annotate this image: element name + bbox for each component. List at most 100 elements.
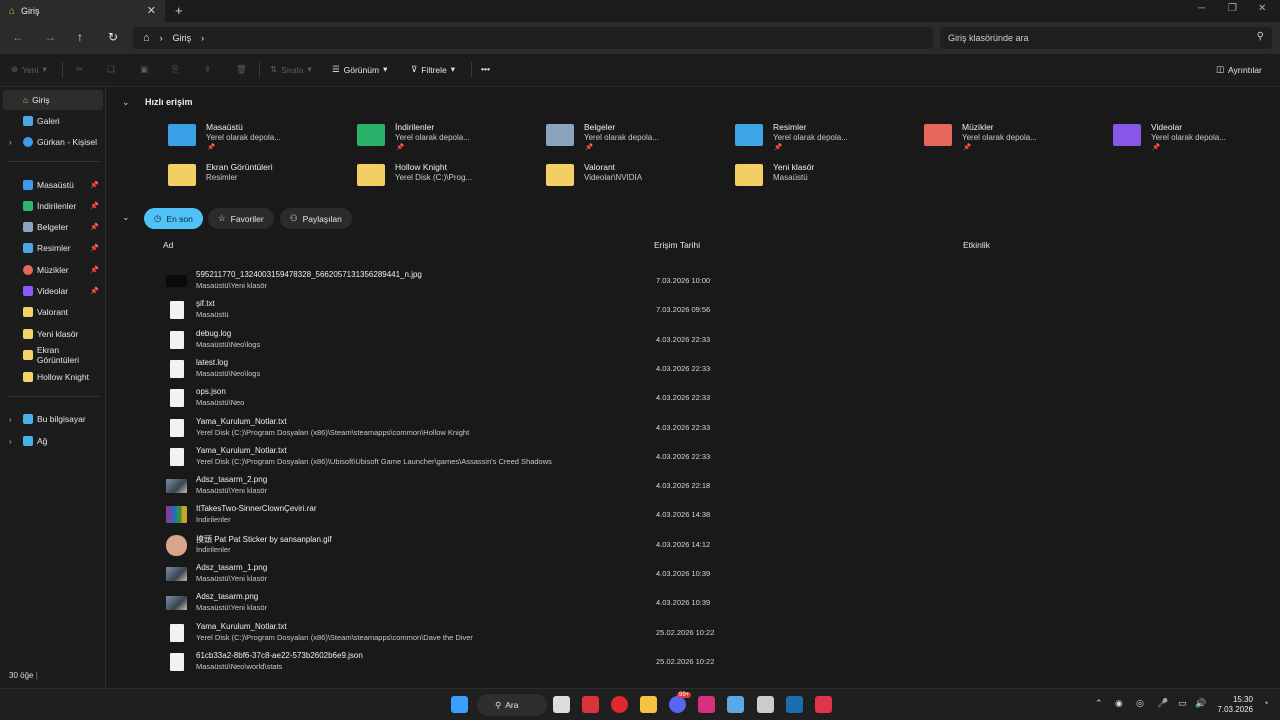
sidebar-item-videolar[interactable]: Videolar 📌 <box>3 281 103 301</box>
quick-access-item[interactable]: Müzikler Yerel olarak depola... 📌 <box>924 120 1104 154</box>
column-header-name[interactable]: Ad <box>163 240 173 250</box>
discord-tray-icon[interactable]: ◉ <box>1115 698 1123 709</box>
filter-button[interactable]: ⊽ Filtrele ▾ <box>411 64 455 75</box>
file-row[interactable]: Adsz_tasarm_1.png Masaüstü\Yeni klasör 4.0… <box>163 562 1263 590</box>
network-icon[interactable]: ▭ <box>1178 698 1187 709</box>
home-icon[interactable]: ⌂ <box>143 32 150 44</box>
quick-access-item[interactable]: Valorant Videolar\NVIDIA <box>546 160 726 194</box>
task-view-icon[interactable] <box>553 696 570 713</box>
sidebar-item-indirilenler[interactable]: İndirilenler 📌 <box>3 196 103 216</box>
sidebar-item-ekran-goruntuleri[interactable]: Ekran Görüntüleri <box>3 345 103 365</box>
file-explorer-icon[interactable] <box>640 696 657 713</box>
discord-icon[interactable] <box>669 696 686 713</box>
pin-icon[interactable]: 📌 <box>90 287 99 295</box>
tab-shared[interactable]: ⚇ Paylaşılan <box>280 208 352 229</box>
view-button[interactable]: ☰ Görünüm ▾ <box>332 64 387 75</box>
maximize-icon[interactable]: ❐ <box>1228 3 1237 14</box>
file-row[interactable]: Adsz_tasarm.png Masaüstü\Yeni klasör 4.03.… <box>163 591 1263 619</box>
app-pink-icon[interactable] <box>815 696 832 713</box>
microphone-icon[interactable]: 🎤 <box>1157 698 1168 709</box>
file-row[interactable]: Yama_Kurulum_Notlar.txt Yerel Disk (C:)\P… <box>163 621 1263 649</box>
quick-access-item[interactable]: Resimler Yerel olarak depola... 📌 <box>735 120 915 154</box>
search-icon[interactable]: ⚲ <box>1257 31 1264 42</box>
delete-icon[interactable]: 🗑 <box>236 64 247 75</box>
volume-icon[interactable]: 🔊 <box>1195 698 1206 709</box>
instagram-icon[interactable] <box>698 696 715 713</box>
clock[interactable]: 15:30 7.03.2026 <box>1213 695 1253 715</box>
quick-access-item[interactable]: Hollow Knight Yerel Disk (C:)\Prog... <box>357 160 537 194</box>
sidebar-item-ag[interactable]: › Ağ <box>3 431 103 451</box>
file-row[interactable]: Yama_Kurulum_Notlar.txt Yerel Disk (C:)\P… <box>163 445 1263 473</box>
close-tab-icon[interactable]: ✕ <box>147 4 156 17</box>
sidebar-item-muzikler[interactable]: Müzikler 📌 <box>3 260 103 280</box>
column-header-activity[interactable]: Etkinlik <box>963 240 990 250</box>
sidebar-item-hollow-knight[interactable]: Hollow Knight <box>3 367 103 387</box>
windows-start-icon[interactable] <box>451 696 468 713</box>
up-icon[interactable]: ↑ <box>77 30 83 44</box>
details-button[interactable]: ◫ Ayrıntılar <box>1216 64 1262 75</box>
more-button[interactable]: ••• <box>481 64 490 74</box>
file-row[interactable]: Yama_Kurulum_Notlar.txt Yerel Disk (C:)\P… <box>163 416 1263 444</box>
chevron-down-icon[interactable]: ⌄ <box>122 212 130 223</box>
sidebar-item-galeri[interactable]: Galeri <box>3 111 103 131</box>
sidebar-item-yeni-klasor[interactable]: Yeni klasör <box>3 324 103 344</box>
sidebar-item-bu-bilgisayar[interactable]: › Bu bilgisayar <box>3 409 103 429</box>
sidebar-item-valorant[interactable]: Valorant <box>3 302 103 322</box>
steam-tray-icon[interactable]: ◎ <box>1136 698 1144 709</box>
sidebar-item-onedrive[interactable]: › Gürkan - Kişisel <box>3 132 103 152</box>
file-row[interactable]: 595211770_1324003159478328_5662057131356… <box>163 269 1263 297</box>
sort-button[interactable]: ⇅ Sırala ▾ <box>270 64 312 75</box>
chevron-down-icon[interactable]: ⌄ <box>122 97 130 108</box>
rename-icon[interactable]: ⎘ <box>172 64 179 75</box>
file-row[interactable]: debug.log Masaüstü\Neo\logs 4.03.2026 22:3… <box>163 328 1263 356</box>
new-button[interactable]: ⊕ Yeni ▾ <box>11 64 47 75</box>
address-bar[interactable]: ⌂ › Giriş › <box>133 27 933 49</box>
sidebar-item-belgeler[interactable]: Belgeler 📌 <box>3 217 103 237</box>
quick-access-item[interactable]: Belgeler Yerel olarak depola... 📌 <box>546 120 726 154</box>
chevron-right-icon[interactable]: › <box>160 33 163 43</box>
pin-icon[interactable]: 📌 <box>90 244 99 252</box>
app-red-icon[interactable] <box>582 696 599 713</box>
pin-icon[interactable]: 📌 <box>90 266 99 274</box>
back-icon[interactable]: ← <box>12 30 24 44</box>
refresh-icon[interactable]: ↻ <box>108 30 118 44</box>
quick-access-title[interactable]: Hızlı erişim <box>145 97 193 107</box>
quick-access-item[interactable]: Ekran Görüntüleri Resimler <box>168 160 348 194</box>
file-row[interactable]: ops.json Masaüstü\Neo 4.03.2026 22:33 <box>163 386 1263 414</box>
file-row[interactable]: 61cb33a2-8bf6-37c8-ae22-573b2602b6e9.jso… <box>163 650 1263 678</box>
close-window-icon[interactable]: ✕ <box>1258 3 1266 14</box>
pin-icon[interactable]: 📌 <box>90 202 99 210</box>
search-input[interactable]: Giriş klasöründe ara ⚲ <box>940 27 1272 49</box>
breadcrumb[interactable]: Giriş <box>173 33 192 43</box>
pin-icon[interactable]: 📌 <box>90 223 99 231</box>
quick-access-item[interactable]: Yeni klasör Masaüstü <box>735 160 915 194</box>
sidebar-item-resimler[interactable]: Resimler 📌 <box>3 238 103 258</box>
file-row[interactable]: 摸頭 Pat Pat Sticker by sansanplan.gif İndi… <box>163 533 1263 561</box>
tab-favorites[interactable]: ☆ Favoriler <box>208 208 274 229</box>
column-header-date[interactable]: Erişim Tarihi <box>654 240 700 250</box>
quick-access-item[interactable]: Videolar Yerel olarak depola... 📌 <box>1113 120 1280 154</box>
file-row[interactable]: şif.txt Masaüstü 7.03.2026 09:56 <box>163 298 1263 326</box>
file-row[interactable]: latest.log Masaüstü\Neo\logs 4.03.2026 22:… <box>163 357 1263 385</box>
share-icon[interactable]: ⇪ <box>204 64 211 75</box>
opera-icon[interactable] <box>611 696 628 713</box>
notifications-icon[interactable]: ◔ <box>1263 698 1268 708</box>
pin-icon[interactable]: 📌 <box>90 181 99 189</box>
tab-recent[interactable]: ◷ En son <box>144 208 203 229</box>
quick-access-item[interactable]: Masaüstü Yerel olarak depola... 📌 <box>168 120 348 154</box>
steam-icon[interactable] <box>786 696 803 713</box>
chevron-right-icon[interactable]: › <box>9 437 12 446</box>
chevron-right-icon[interactable]: › <box>201 33 204 43</box>
new-tab-button[interactable]: + <box>175 3 183 18</box>
cut-icon[interactable]: ✂ <box>76 64 83 75</box>
copy-icon[interactable]: ❏ <box>107 64 115 75</box>
taskbar-search[interactable]: ⚲ Ara <box>477 694 547 716</box>
sidebar-item-giris[interactable]: ⌂ Giriş <box>3 90 103 110</box>
file-row[interactable]: Adsz_tasarm_2.png Masaüstü\Yeni klasör 4.0… <box>163 474 1263 502</box>
chevron-right-icon[interactable]: › <box>9 138 12 147</box>
chevron-up-icon[interactable]: ⌃ <box>1095 698 1103 709</box>
quick-access-item[interactable]: İndirilenler Yerel olarak depola... 📌 <box>357 120 537 154</box>
minimize-icon[interactable]: ─ <box>1198 3 1205 14</box>
chevron-right-icon[interactable]: › <box>9 415 12 424</box>
file-row[interactable]: ItTakesTwo-SinnerClownÇeviri.rar İndirile… <box>163 503 1263 531</box>
